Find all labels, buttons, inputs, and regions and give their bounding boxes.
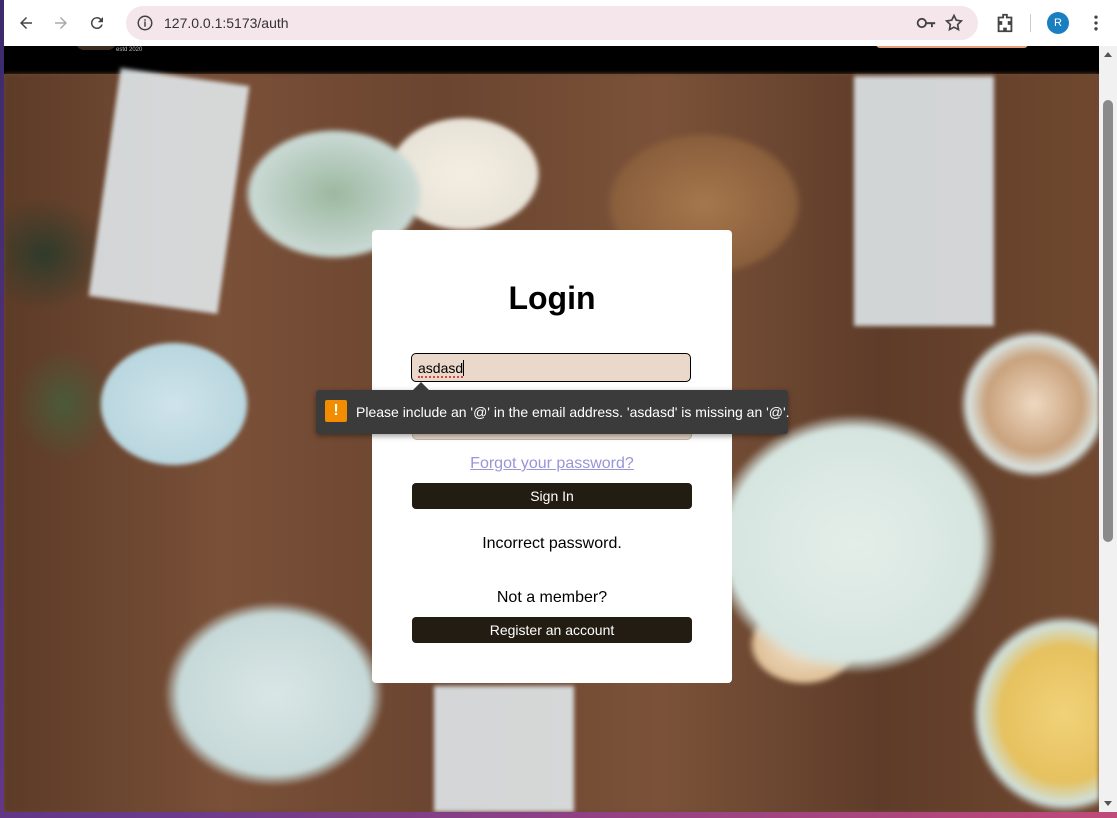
register-button[interactable]: Register an account — [412, 617, 692, 643]
background-napkin — [434, 686, 574, 812]
logo-tagline: estd 2020 — [116, 47, 143, 53]
bookmark-star-icon[interactable] — [944, 13, 964, 33]
reload-button[interactable] — [81, 7, 113, 39]
email-field-value: asdasd — [418, 360, 465, 378]
site-header: estd 2020 — [4, 46, 1099, 74]
browser-toolbar: 127.0.0.1:5173/auth R — [4, 0, 1117, 46]
forgot-password-link[interactable]: Forgot your password? — [372, 455, 732, 473]
not-member-text: Not a member? — [496, 589, 608, 606]
forward-button[interactable] — [45, 7, 77, 39]
address-bar[interactable]: 127.0.0.1:5173/auth — [126, 6, 978, 40]
validation-message: Please include an '@' in the email addre… — [356, 404, 790, 420]
background-napkin — [854, 76, 994, 326]
url-text: 127.0.0.1:5173/auth — [164, 15, 289, 31]
reload-icon — [90, 17, 103, 30]
email-value-text: asdasd — [418, 360, 464, 378]
header-cta-button[interactable] — [876, 46, 1028, 48]
more-menu-icon[interactable] — [1086, 13, 1106, 33]
arrow-right-icon — [55, 17, 67, 29]
login-card: Login asdasd Forgot your password? Sign … — [372, 230, 732, 683]
key-icon[interactable] — [916, 14, 936, 32]
text-caret — [463, 360, 465, 376]
scroll-down-arrow-icon[interactable] — [1104, 801, 1112, 806]
page-title: Login — [508, 280, 596, 316]
page-scrollbar[interactable] — [1099, 46, 1117, 812]
site-logo[interactable] — [76, 46, 116, 50]
warning-icon: ! — [325, 400, 347, 422]
browser-window: 127.0.0.1:5173/auth R estd 2020 Login as… — [4, 0, 1117, 812]
arrow-left-icon — [20, 17, 32, 29]
extensions-icon[interactable] — [994, 12, 1016, 34]
scroll-thumb[interactable] — [1103, 100, 1113, 542]
sign-in-button[interactable]: Sign In — [412, 483, 692, 509]
error-message: Incorrect password. — [482, 535, 622, 552]
scroll-up-arrow-icon[interactable] — [1104, 52, 1112, 57]
profile-avatar[interactable]: R — [1047, 12, 1069, 34]
validation-tooltip: ! Please include an '@' in the email add… — [316, 382, 790, 434]
back-button[interactable] — [10, 7, 42, 39]
site-info-icon[interactable] — [136, 14, 154, 32]
page-viewport: estd 2020 Login asdasd Forgot your passw… — [4, 46, 1099, 812]
toolbar-divider — [1030, 14, 1031, 32]
